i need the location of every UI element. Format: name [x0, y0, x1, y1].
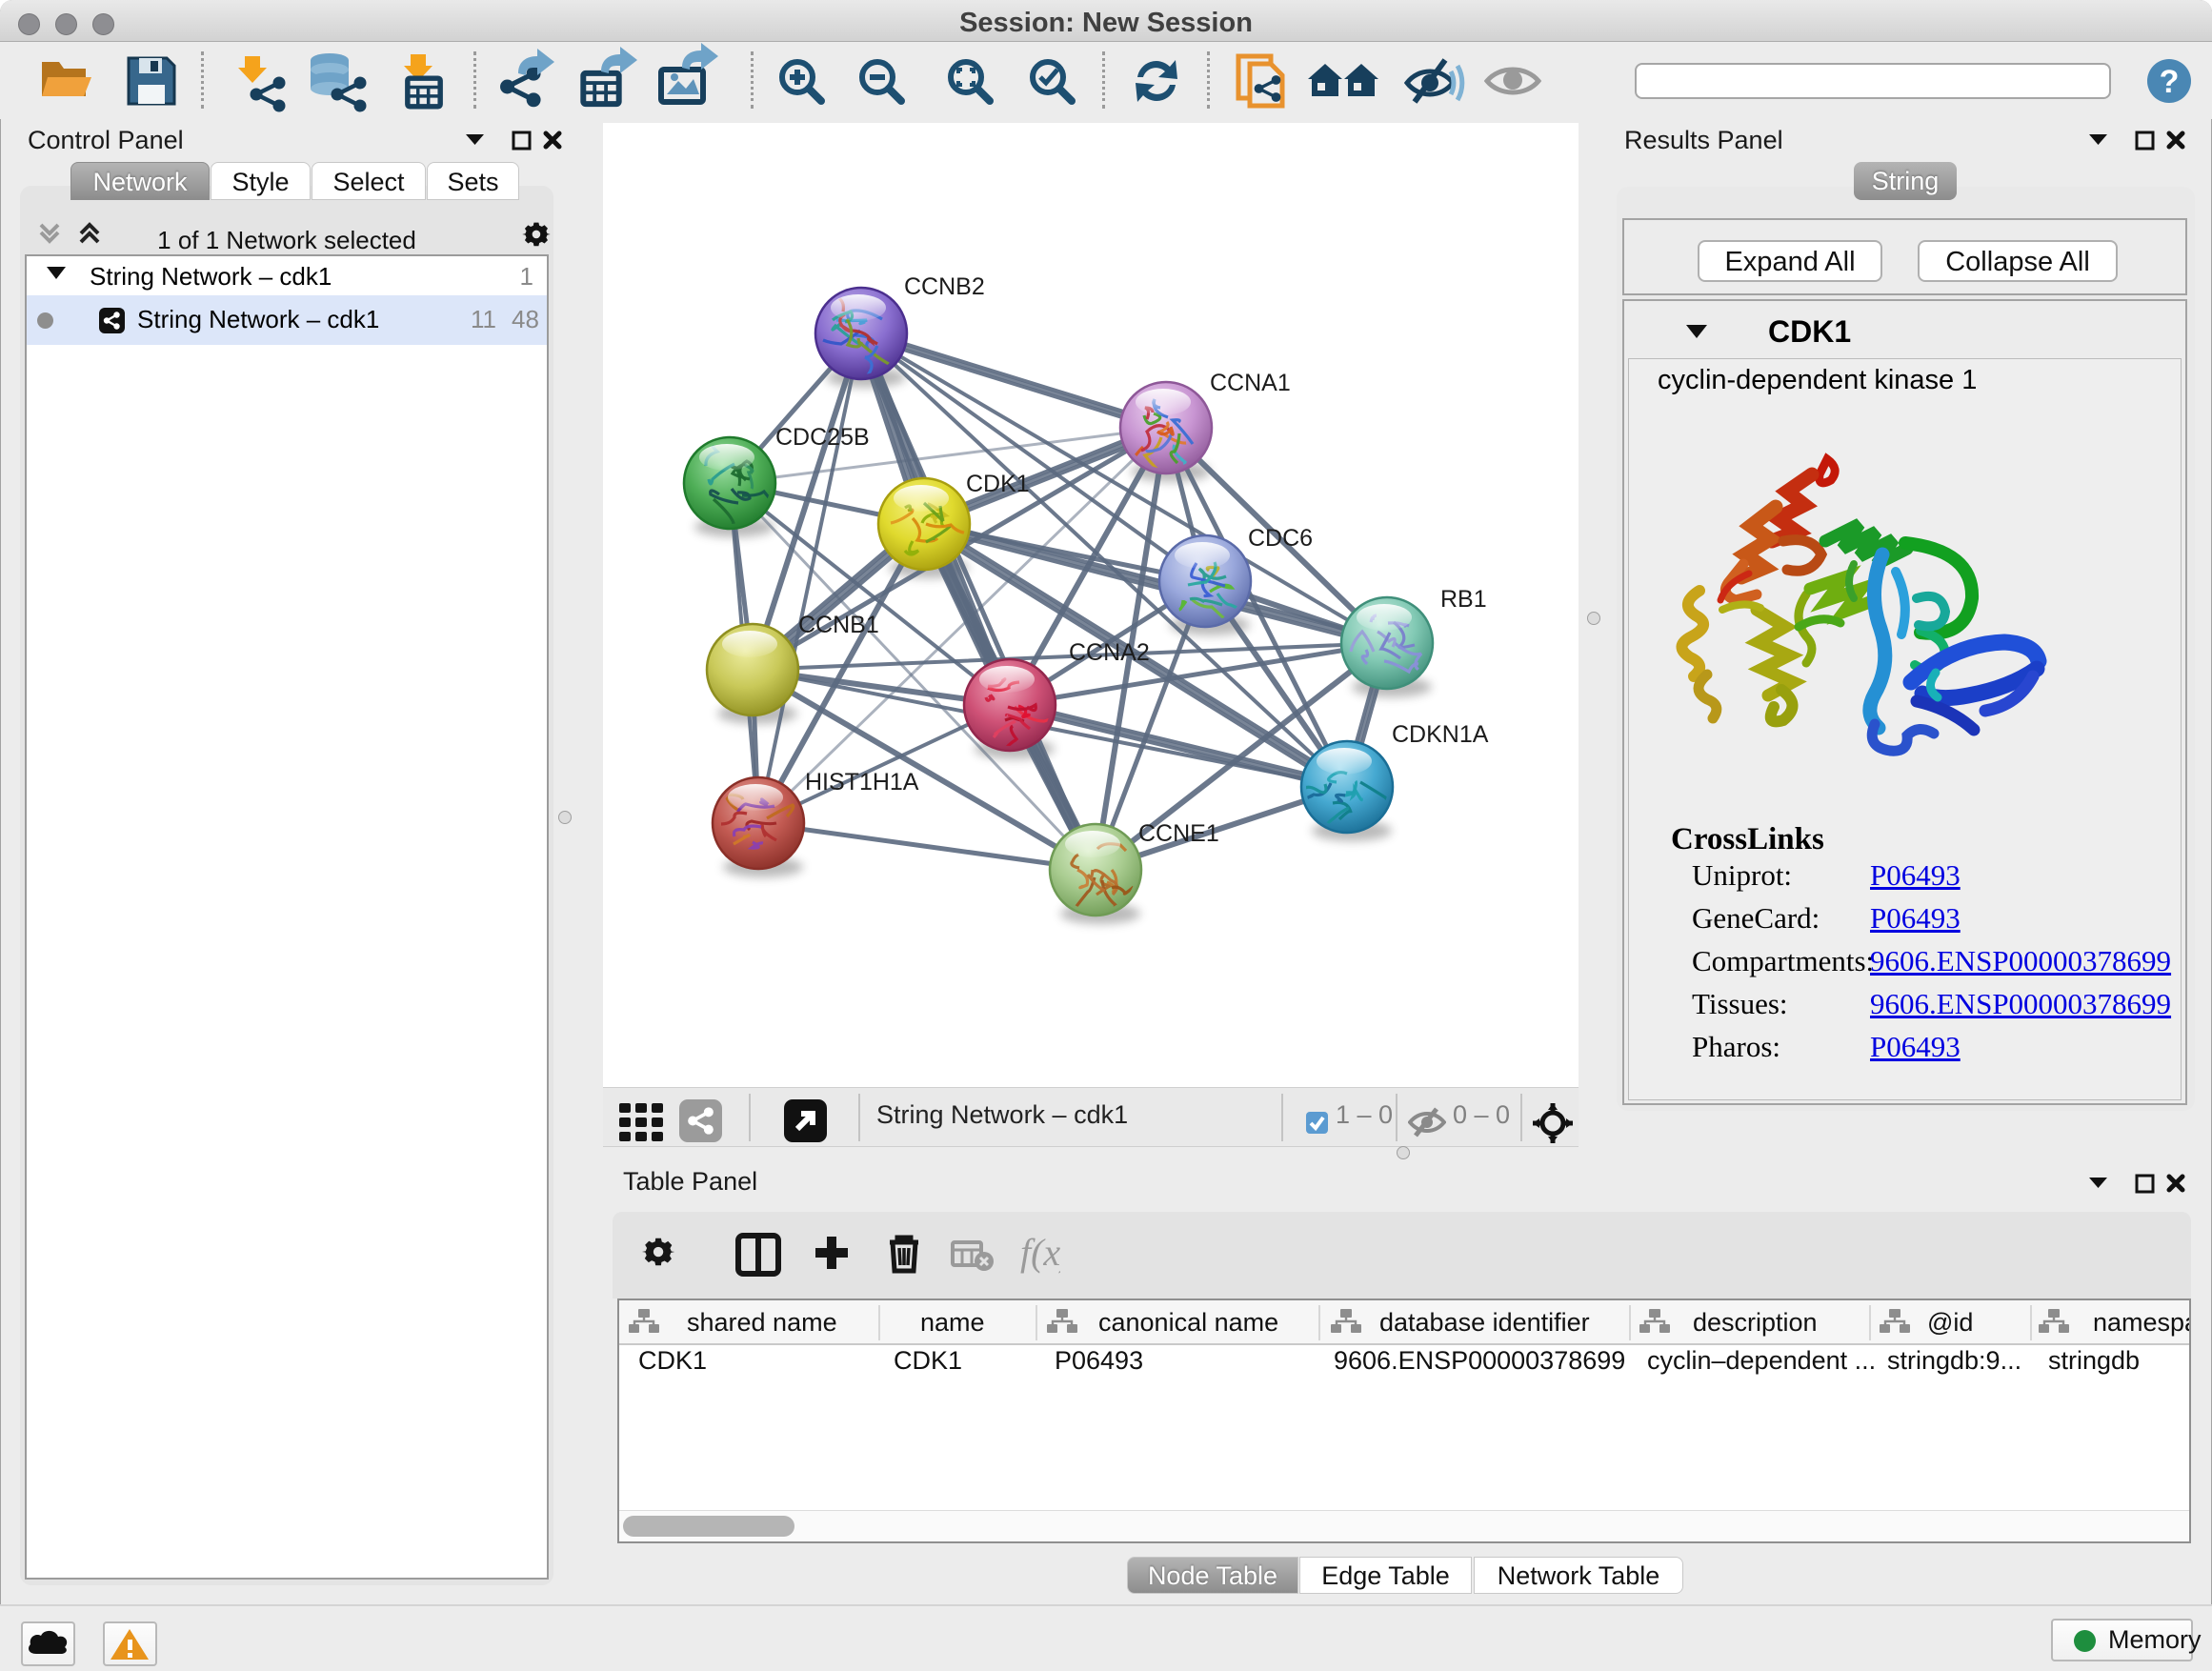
- svg-text:CDKN1A: CDKN1A: [1392, 721, 1489, 748]
- svg-text:CDC25B: CDC25B: [775, 424, 870, 451]
- svg-text:CDK1: CDK1: [966, 471, 1030, 497]
- svg-text:CCNE1: CCNE1: [1138, 820, 1219, 847]
- svg-text:CCNB2: CCNB2: [904, 273, 985, 300]
- svg-text:?: ?: [2160, 64, 2180, 100]
- svg-text:f(x): f(x): [1020, 1233, 1060, 1274]
- svg-text:CCNB1: CCNB1: [798, 612, 879, 638]
- svg-text:HIST1H1A: HIST1H1A: [805, 769, 919, 795]
- svg-text:RB1: RB1: [1440, 586, 1487, 613]
- svg-text:CCNA1: CCNA1: [1210, 370, 1291, 396]
- svg-text:CDC6: CDC6: [1248, 525, 1313, 552]
- svg-text:CCNA2: CCNA2: [1069, 639, 1150, 666]
